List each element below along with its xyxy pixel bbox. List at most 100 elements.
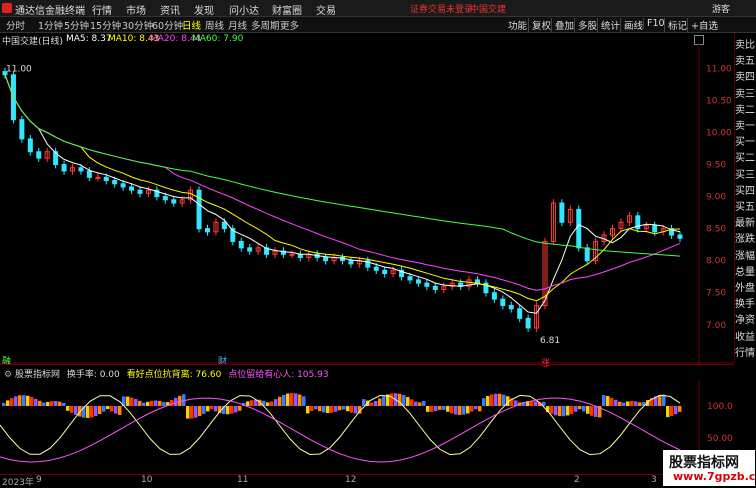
indicator-bar bbox=[158, 400, 162, 406]
side-panel-item: 买一 bbox=[735, 137, 755, 149]
menu-news[interactable]: 资讯 bbox=[160, 2, 180, 17]
adjust-button[interactable]: 复权 bbox=[528, 18, 551, 32]
multi-stock-button[interactable]: 多股 bbox=[574, 18, 597, 32]
draw-button[interactable]: 画线 bbox=[620, 18, 643, 32]
indicator-bar bbox=[434, 406, 438, 412]
indicator-ytick-100: 100.0 bbox=[707, 402, 733, 412]
indicator-bar bbox=[610, 397, 614, 406]
menu-wealth[interactable]: 财富圈 bbox=[272, 2, 302, 17]
candle-body bbox=[171, 199, 177, 204]
app-title: 通达信金融终端 bbox=[15, 6, 85, 17]
menu-ask[interactable]: 问小达 bbox=[229, 2, 259, 17]
indicator-bar bbox=[266, 402, 270, 406]
candle-body bbox=[559, 202, 565, 223]
candle-body bbox=[584, 247, 590, 262]
tf-daily[interactable]: 日线 bbox=[182, 18, 201, 32]
candle-body bbox=[415, 279, 421, 284]
indicator-bar bbox=[554, 406, 558, 416]
candle-body bbox=[36, 151, 42, 159]
side-panel-item: 卖四 bbox=[735, 72, 755, 84]
indicator-bar bbox=[234, 406, 238, 413]
stats-button[interactable]: 统计 bbox=[597, 18, 620, 32]
menu-quotes[interactable]: 行情 bbox=[92, 2, 112, 17]
tf-multi[interactable]: 多周期 bbox=[251, 18, 280, 32]
indicator-bar bbox=[146, 401, 150, 406]
indicator-bar bbox=[658, 395, 662, 406]
indicator-bar bbox=[410, 399, 414, 406]
indicator-bar bbox=[678, 406, 682, 412]
indicator-bar bbox=[458, 406, 462, 415]
tf-60min[interactable]: 60分钟 bbox=[152, 18, 183, 32]
tf-intraday[interactable]: 分时 bbox=[6, 18, 25, 32]
tf-15min[interactable]: 15分钟 bbox=[90, 18, 121, 32]
indicator-bar bbox=[250, 400, 254, 406]
indicator-bar bbox=[86, 406, 90, 418]
tf-1min[interactable]: 1分钟 bbox=[38, 18, 63, 32]
add-watchlist-button[interactable]: +自选 bbox=[687, 18, 718, 32]
menu-market[interactable]: 市场 bbox=[126, 2, 146, 17]
indicator-chart[interactable]: 100.0 50.00 bbox=[0, 380, 734, 474]
indicator-bar bbox=[298, 394, 302, 406]
candle-body bbox=[196, 189, 202, 230]
tf-5min[interactable]: 5分钟 bbox=[64, 18, 89, 32]
indicator-bar bbox=[590, 406, 594, 416]
mark-margin: 融 bbox=[2, 357, 12, 367]
visitor-label[interactable]: 游客 bbox=[712, 2, 730, 15]
candle-body bbox=[491, 292, 497, 300]
price-ytick: 9.50 bbox=[706, 161, 726, 171]
indicator-bar bbox=[286, 393, 290, 406]
side-panel-item: 卖三 bbox=[735, 88, 755, 100]
candle-body bbox=[137, 189, 143, 194]
indicator-bar bbox=[22, 395, 26, 406]
indicator-bar bbox=[450, 406, 454, 414]
candle-body bbox=[247, 247, 253, 252]
indicator-bar bbox=[202, 406, 206, 414]
indicator-bar bbox=[330, 406, 334, 413]
tf-monthly[interactable]: 月线 bbox=[228, 18, 247, 32]
indicator-bar bbox=[630, 401, 634, 406]
side-panel-item: 买五 bbox=[735, 202, 755, 213]
indicator-title-row: ⚙ 股票指标网 换手率: 0.00 看好点位抗背离: 76.60 点位留给有心人… bbox=[4, 367, 329, 380]
indicator-gear-icon[interactable]: ⚙ bbox=[4, 370, 15, 380]
x-label-12: 12 bbox=[345, 475, 357, 485]
mark-button[interactable]: 标记 bbox=[664, 18, 687, 32]
indicator-bar bbox=[362, 399, 366, 406]
candle-body bbox=[289, 253, 295, 256]
indicator-bar bbox=[370, 402, 374, 406]
menu-trade[interactable]: 交易 bbox=[316, 2, 336, 17]
candle-body bbox=[382, 269, 388, 275]
indicator-bar bbox=[442, 406, 446, 410]
indicator-bar bbox=[602, 394, 606, 406]
indicator-bar bbox=[550, 406, 554, 414]
candle-body bbox=[61, 164, 67, 172]
indicator-bar bbox=[402, 395, 406, 406]
side-panel-item: 涨跌 bbox=[735, 234, 755, 246]
menu-discover[interactable]: 发现 bbox=[194, 2, 214, 17]
indicator-bar bbox=[46, 401, 50, 406]
indicator-bar bbox=[186, 406, 190, 419]
overlay-button[interactable]: 叠加 bbox=[551, 18, 574, 32]
candlestick-chart[interactable]: 11.0010.5010.009.509.008.508.007.507.00 … bbox=[0, 44, 734, 364]
f10-button[interactable]: F10 bbox=[643, 18, 665, 29]
indicator-bar bbox=[474, 406, 478, 410]
tf-more[interactable]: 更多 bbox=[280, 18, 299, 32]
login-warning[interactable]: 证券交易未登录 bbox=[410, 2, 473, 15]
function-button[interactable]: 功能 bbox=[505, 18, 527, 32]
pane-divider bbox=[0, 364, 734, 365]
indicator-bar bbox=[426, 406, 430, 412]
indicator-name[interactable]: 股票指标网 bbox=[15, 370, 60, 380]
indicator-bar bbox=[414, 401, 418, 406]
indicator-bar bbox=[334, 406, 338, 412]
indicator-bar bbox=[206, 406, 210, 412]
indicator-bar bbox=[306, 406, 310, 414]
indicator-bar bbox=[10, 398, 14, 406]
indicator-bar bbox=[278, 396, 282, 406]
tf-weekly[interactable]: 周线 bbox=[205, 18, 224, 32]
stock-name-top: 中国交建 bbox=[470, 5, 507, 15]
indicator-bar bbox=[118, 406, 122, 415]
side-panel-item: 收益 bbox=[735, 331, 755, 343]
indicator-bar bbox=[246, 401, 250, 406]
tf-30min[interactable]: 30分钟 bbox=[122, 18, 153, 32]
candle-body bbox=[407, 276, 413, 281]
candle-body bbox=[129, 186, 135, 191]
